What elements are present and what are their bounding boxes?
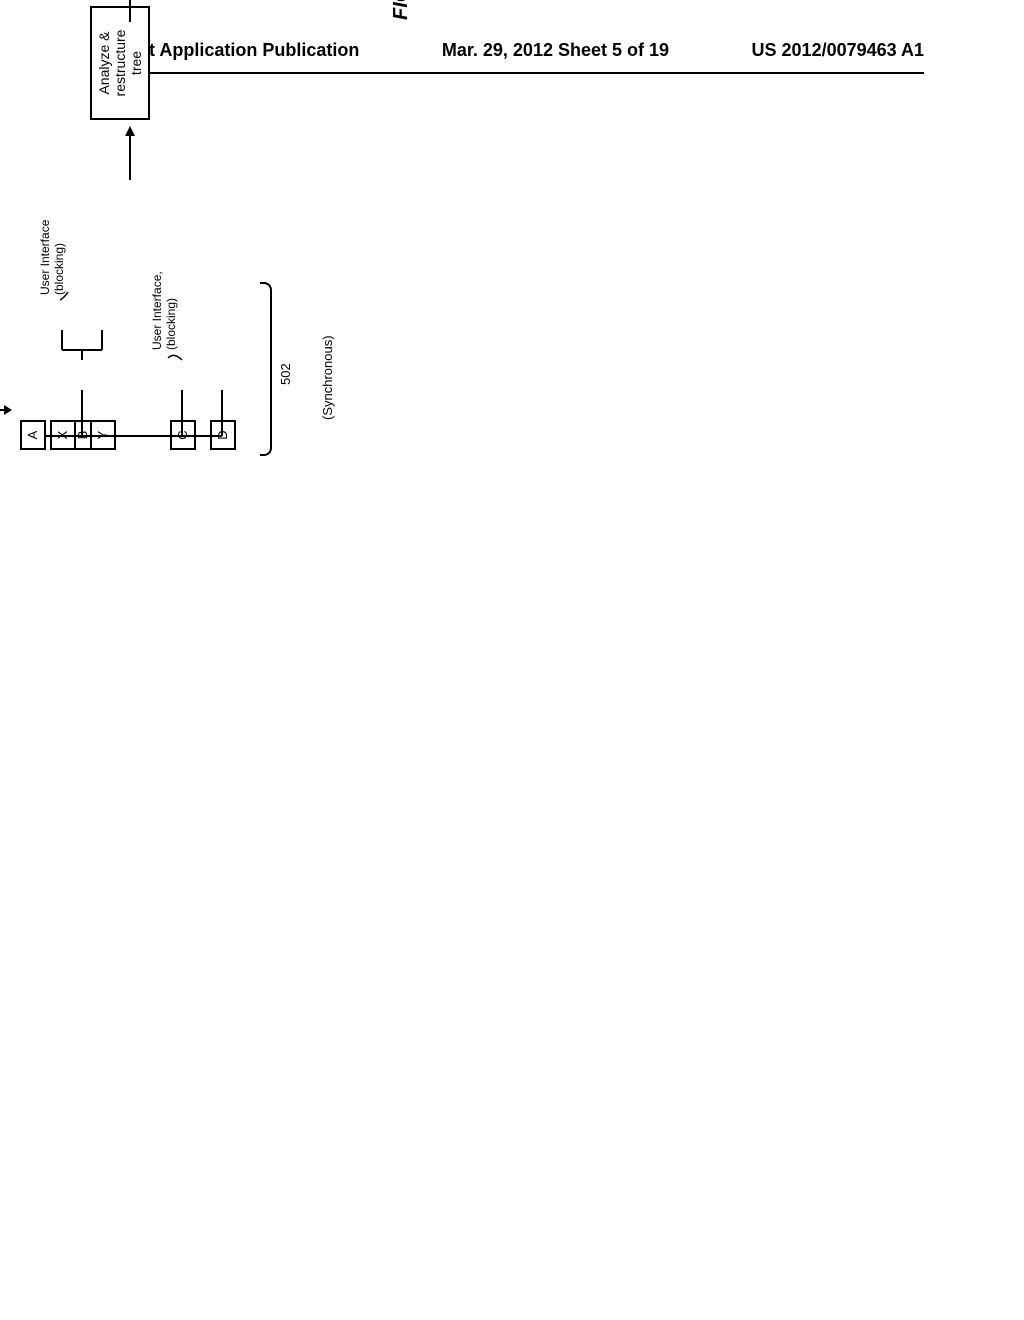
ref-502: 502 — [278, 363, 293, 385]
leader-ui1 — [56, 282, 76, 302]
analyze-text: Analyze & restructure tree — [96, 18, 144, 108]
left-tree: A B X Y C D User Interface (blocking) Us… — [20, 190, 340, 450]
header-right: US 2012/0079463 A1 — [752, 40, 924, 61]
arrow-ast-to-tree — [0, 400, 14, 420]
header-center: Mar. 29, 2012 Sheet 5 of 19 — [442, 40, 669, 61]
figure-5-diagram: @Formula or LotusScript 500 Convert to A… — [0, 0, 450, 470]
figure-label: FIG. 5 — [390, 0, 413, 20]
arrow-from-analyze — [120, 0, 140, 22]
left-tree-lines — [20, 190, 340, 450]
brace-502 — [260, 282, 272, 456]
analyze-box: Analyze & restructure tree — [90, 6, 150, 120]
arrow-to-analyze — [120, 120, 140, 180]
synchronous-label: (Synchronous) — [320, 335, 335, 420]
leader-ui2 — [168, 332, 198, 362]
